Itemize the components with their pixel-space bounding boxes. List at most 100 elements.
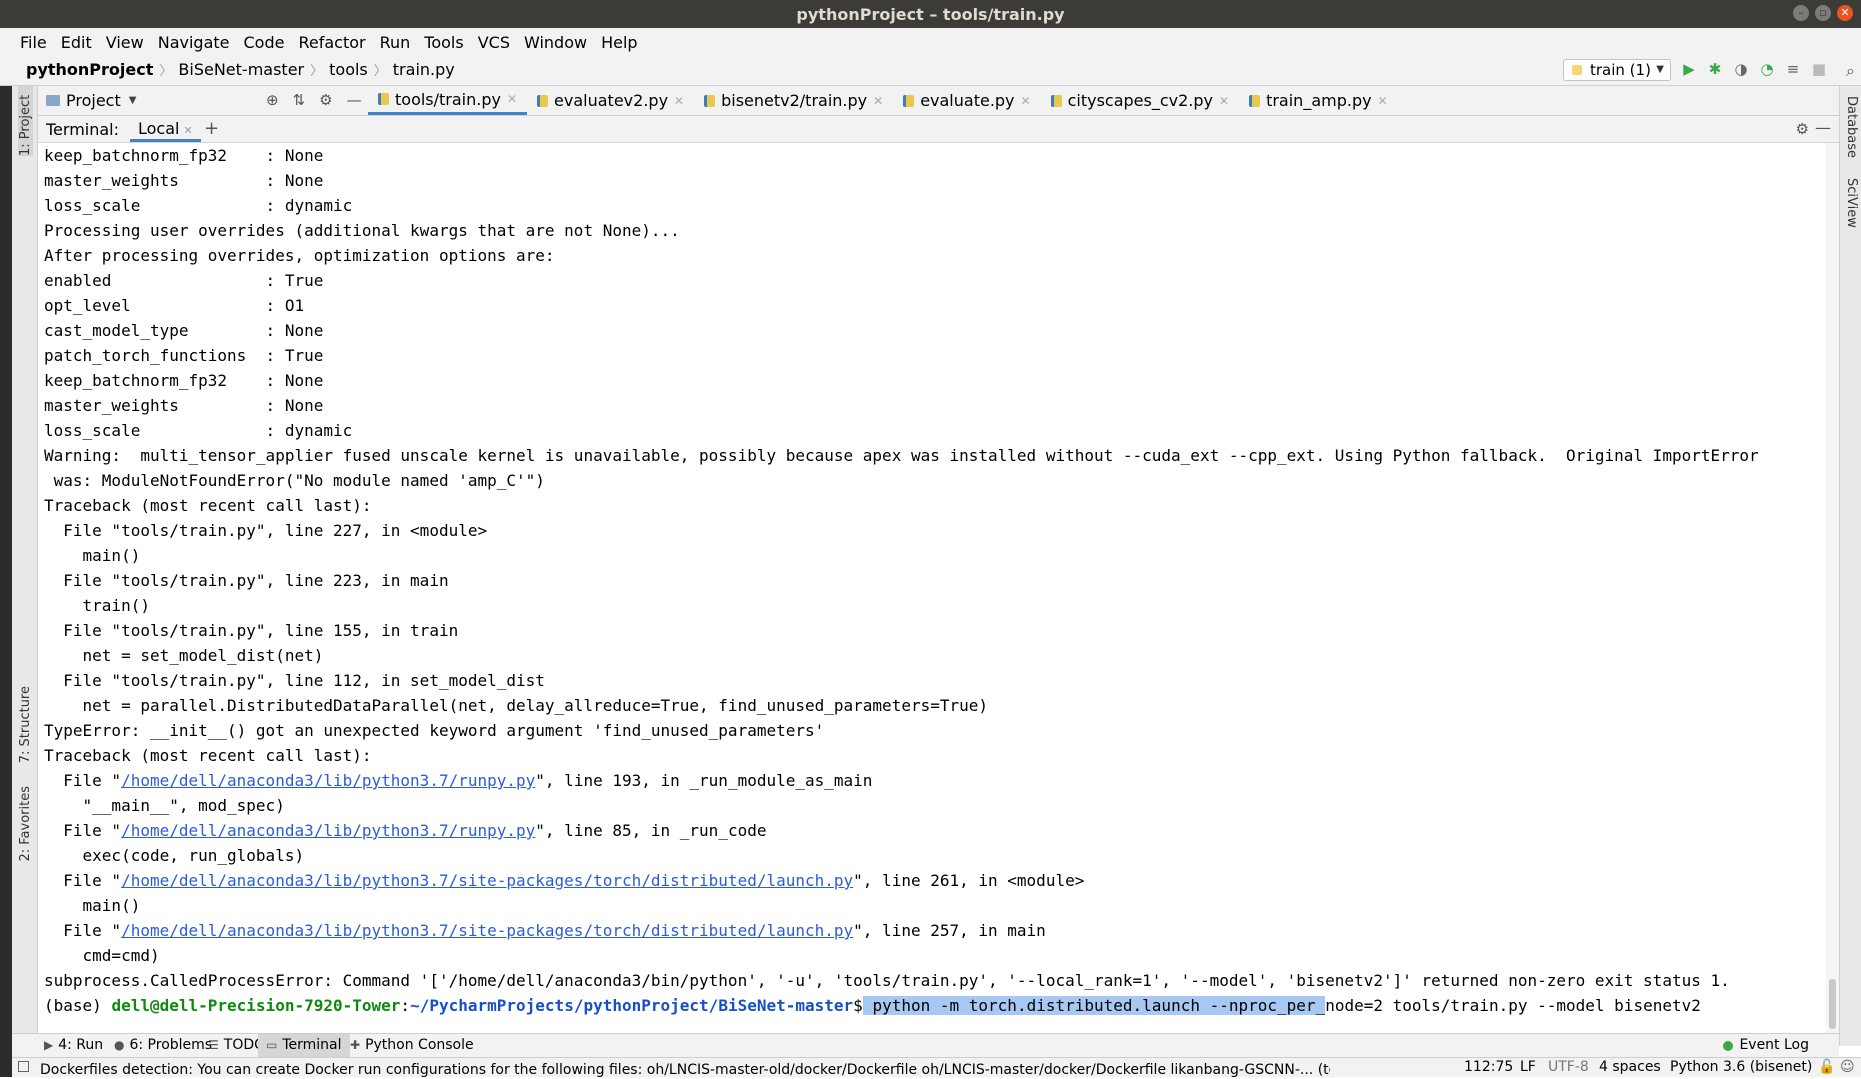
terminal-prompt-line[interactable]: (base) dell@dell-Precision-7920-Tower:~/… xyxy=(44,993,1701,1018)
stop-icon[interactable]: ■ xyxy=(1810,60,1828,78)
collapse-icon[interactable]: ⇅ xyxy=(293,91,306,109)
terminal-text: ", line 193, in _run_module_as_main xyxy=(535,771,873,790)
menu-code[interactable]: Code xyxy=(244,33,285,52)
gear-icon[interactable]: ⚙ xyxy=(1796,120,1809,138)
terminal-line: keep_batchnorm_fp32 : None xyxy=(44,371,324,390)
file-path-link[interactable]: /home/dell/anaconda3/lib/python3.7/site-… xyxy=(121,871,853,890)
editor-tab-label: bisenetv2/train.py xyxy=(721,91,868,110)
breadcrumb-folder[interactable]: tools xyxy=(329,60,368,79)
locate-icon[interactable]: ⊕ xyxy=(266,91,279,109)
run-tool-button[interactable]: ▶ 4: Run xyxy=(36,1034,111,1057)
menu-run[interactable]: Run xyxy=(380,33,411,52)
debug-icon[interactable]: ✱ xyxy=(1706,60,1724,78)
breadcrumb-folder[interactable]: BiSeNet-master xyxy=(178,60,304,79)
database-tool-button[interactable]: Database xyxy=(1844,96,1859,158)
close-icon[interactable]: ✕ xyxy=(674,94,684,108)
python-interpreter[interactable]: Python 3.6 (bisenet) xyxy=(1670,1059,1812,1075)
menu-vcs[interactable]: VCS xyxy=(478,33,510,52)
close-icon[interactable]: ✕ xyxy=(183,124,192,137)
run-icon[interactable]: ▶ xyxy=(1680,60,1698,78)
terminal-line: File "tools/train.py", line 227, in <mod… xyxy=(44,521,488,540)
run-configuration-select[interactable]: train (1) ▼ xyxy=(1563,59,1671,81)
coverage-icon[interactable]: ◑ xyxy=(1732,60,1750,78)
breadcrumb-file[interactable]: train.py xyxy=(393,60,455,79)
new-terminal-icon[interactable]: + xyxy=(204,118,219,139)
status-message[interactable]: Dockerfiles detection: You can create Do… xyxy=(40,1059,1330,1079)
line-separator[interactable]: LF xyxy=(1520,1059,1536,1075)
breadcrumb-project[interactable]: pythonProject xyxy=(26,60,153,79)
terminal-line: File "tools/train.py", line 155, in trai… xyxy=(44,621,459,640)
breadcrumb: pythonProject 〉 BiSeNet-master 〉 tools 〉… xyxy=(26,60,455,79)
terminal-output[interactable]: keep_batchnorm_fp32 : None master_weights… xyxy=(38,143,1826,1033)
editor-tab[interactable]: cityscapes_cv2.py ✕ xyxy=(1041,86,1239,115)
minimize-button[interactable]: – xyxy=(1793,5,1809,21)
menu-navigate[interactable]: Navigate xyxy=(158,33,230,52)
editor-tab[interactable]: tools/train.py ✕ xyxy=(368,86,528,115)
editor-tab[interactable]: train_amp.py ✕ xyxy=(1239,86,1398,115)
terminal-scrollbar[interactable] xyxy=(1826,143,1839,1033)
terminal-line: File "/home/dell/anaconda3/lib/python3.7… xyxy=(44,768,872,793)
terminal-line: keep_batchnorm_fp32 : None xyxy=(44,146,324,165)
title-bar: pythonProject – tools/train.py – ▫ ✕ xyxy=(0,0,1861,28)
concurrency-icon[interactable]: ≡ xyxy=(1784,60,1802,78)
terminal-text: File " xyxy=(44,821,122,840)
scrollbar-thumb[interactable] xyxy=(1829,979,1836,1029)
breadcrumb-separator-icon: 〉 xyxy=(310,64,324,79)
file-path-link[interactable]: /home/dell/anaconda3/lib/python3.7/site-… xyxy=(121,921,853,940)
project-panel-selector[interactable]: Project ▼ xyxy=(46,91,136,110)
hide-icon[interactable]: — xyxy=(347,91,362,109)
indent-setting[interactable]: 4 spaces xyxy=(1599,1059,1661,1075)
status-bar: Dockerfiles detection: You can create Do… xyxy=(12,1057,1861,1079)
python-console-tool-button[interactable]: ✚ Python Console xyxy=(342,1034,482,1057)
file-encoding[interactable]: UTF-8 xyxy=(1548,1059,1589,1075)
menu-edit[interactable]: Edit xyxy=(61,33,92,52)
problems-icon: ● xyxy=(114,1038,125,1052)
terminal-line: Processing user overrides (additional kw… xyxy=(44,221,680,240)
terminal-text: File " xyxy=(44,921,122,940)
chevron-down-icon: ▼ xyxy=(1656,64,1664,75)
search-icon[interactable]: ⌕ xyxy=(1846,61,1855,81)
event-log-label: Event Log xyxy=(1739,1037,1809,1053)
terminal-line: net = parallel.DistributedDataParallel(n… xyxy=(44,696,989,715)
close-icon[interactable]: ✕ xyxy=(1378,94,1388,108)
favorites-tool-button[interactable]: 2: Favorites xyxy=(18,786,33,862)
maximize-button[interactable]: ▫ xyxy=(1815,5,1831,21)
event-log-button[interactable]: Event Log xyxy=(1723,1034,1809,1057)
terminal-tab-local[interactable]: Local ✕ xyxy=(130,116,201,142)
close-icon[interactable]: ✕ xyxy=(1219,94,1229,108)
structure-tool-button[interactable]: 7: Structure xyxy=(18,686,33,763)
profile-icon[interactable]: ◔ xyxy=(1758,60,1776,78)
close-icon[interactable]: ✕ xyxy=(1021,94,1031,108)
terminal-text: ", line 85, in _run_code xyxy=(535,821,767,840)
run-configuration-label: train (1) xyxy=(1590,61,1651,79)
menu-file[interactable]: File xyxy=(20,33,47,52)
close-icon[interactable]: ✕ xyxy=(507,92,517,106)
menu-view[interactable]: View xyxy=(106,33,144,52)
python-file-icon xyxy=(378,93,389,105)
menu-help[interactable]: Help xyxy=(601,33,637,52)
project-tool-button[interactable]: 1: Project xyxy=(18,86,33,156)
menu-refactor[interactable]: Refactor xyxy=(298,33,365,52)
prompt-path: ~/PycharmProjects/pythonProject/BiSeNet-… xyxy=(410,996,854,1015)
caret-position[interactable]: 112:75 xyxy=(1464,1059,1513,1075)
file-path-link[interactable]: /home/dell/anaconda3/lib/python3.7/runpy… xyxy=(121,821,535,840)
lock-icon[interactable]: 🔓 xyxy=(1818,1059,1835,1075)
close-button[interactable]: ✕ xyxy=(1837,5,1853,21)
gear-icon[interactable]: ⚙ xyxy=(319,91,332,109)
hide-icon[interactable]: — xyxy=(1815,118,1831,137)
file-path-link[interactable]: /home/dell/anaconda3/lib/python3.7/runpy… xyxy=(121,771,535,790)
terminal-line: TypeError: __init__() got an unexpected … xyxy=(44,721,825,740)
inspector-icon[interactable]: ☺ xyxy=(1840,1059,1855,1075)
editor-tab[interactable]: evaluatev2.py ✕ xyxy=(527,86,694,115)
terminal-line: train() xyxy=(44,596,150,615)
terminal-tool-button[interactable]: ▭ Terminal xyxy=(258,1034,350,1057)
menu-tools[interactable]: Tools xyxy=(424,33,463,52)
chevron-down-icon: ▼ xyxy=(128,95,137,106)
sciview-tool-button[interactable]: SciView xyxy=(1844,178,1859,228)
editor-tab[interactable]: evaluate.py ✕ xyxy=(893,86,1040,115)
menu-window[interactable]: Window xyxy=(524,33,587,52)
editor-tab[interactable]: bisenetv2/train.py ✕ xyxy=(694,86,893,115)
close-icon[interactable]: ✕ xyxy=(873,94,883,108)
prompt-env: (base) xyxy=(44,996,112,1015)
terminal-line: File "/home/dell/anaconda3/lib/python3.7… xyxy=(44,818,766,843)
